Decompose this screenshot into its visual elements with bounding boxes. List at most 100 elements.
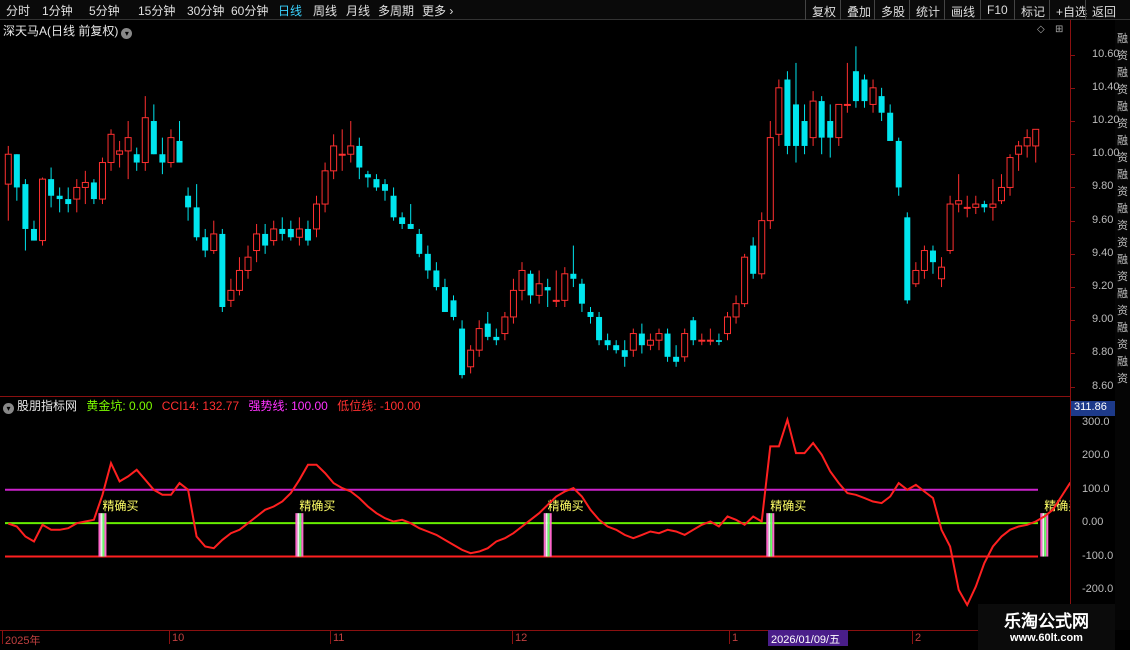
period-tab-0[interactable]: 分时: [6, 2, 30, 19]
side-strip-char: 资: [1117, 186, 1128, 198]
side-strip-char: 资: [1117, 84, 1128, 96]
toolbar-button-4[interactable]: 画线: [944, 0, 981, 20]
candle: [801, 104, 808, 155]
candle: [604, 333, 611, 351]
time-tick-label: 2025年: [5, 635, 41, 647]
candle: [90, 179, 97, 205]
side-strip-char: 资: [1117, 50, 1128, 62]
candle: [621, 340, 628, 367]
candle: [98, 157, 106, 205]
toolbar-button-0[interactable]: 复权: [805, 0, 842, 20]
candle: [681, 328, 689, 362]
candle: [279, 217, 286, 241]
side-strip-char: 融: [1117, 101, 1128, 113]
side-strip-char: 融: [1117, 67, 1128, 79]
candle: [441, 278, 448, 312]
side-strip-char: 融: [1117, 169, 1128, 181]
candle: [219, 228, 226, 312]
side-strip-char: 融: [1117, 33, 1128, 45]
period-tab-3[interactable]: 15分钟: [138, 2, 175, 19]
stock-title-text: 深天马A(日线 前复权): [3, 24, 119, 38]
side-strip-char: 融: [1117, 356, 1128, 368]
buy-signal-marker: 精确买: [295, 499, 335, 557]
cci-tick-label: 300.0: [1082, 416, 1110, 428]
cci-tick-label: -100.0: [1082, 549, 1114, 562]
legend-strong-line: 强势线: 100.00: [248, 399, 328, 413]
period-tab-4[interactable]: 30分钟: [187, 2, 224, 19]
side-strip-char: 融: [1117, 203, 1128, 215]
candle: [150, 104, 157, 155]
buy-signal-label: 精确买: [548, 499, 584, 513]
candle: [167, 129, 175, 168]
diamond-icon[interactable]: ◇: [1037, 24, 1045, 35]
side-strip-char: 资: [1117, 339, 1128, 351]
candle: [673, 345, 680, 367]
candle: [587, 306, 594, 324]
candle: [938, 257, 946, 288]
indicator-header: ▾ 股朋指标网 黄金坑: 0.00 CCI14: 132.77 强势线: 100.…: [3, 397, 427, 414]
toolbar-button-8[interactable]: 返回: [1085, 0, 1122, 20]
candle: [1032, 128, 1040, 163]
period-tab-9[interactable]: 多周期: [378, 2, 414, 19]
candle: [843, 62, 851, 113]
period-tab-8[interactable]: 月线: [346, 2, 370, 19]
buy-signal-marker: 精确买: [766, 499, 806, 557]
candle: [159, 137, 166, 175]
buy-signal-label: 精确买: [770, 499, 806, 513]
candle: [1023, 129, 1031, 158]
period-tab-5[interactable]: 60分钟: [231, 2, 268, 19]
candle: [869, 79, 877, 113]
candle: [792, 62, 799, 163]
candle: [321, 162, 329, 213]
candle: [484, 311, 491, 341]
candle: [946, 195, 954, 254]
period-tab-2[interactable]: 5分钟: [89, 2, 120, 19]
candle: [723, 311, 731, 341]
cci-tick-label: 100.0: [1082, 482, 1110, 495]
candle: [382, 179, 389, 201]
candle: [475, 320, 483, 357]
toolbar-button-6[interactable]: 标记: [1014, 0, 1051, 20]
candle: [570, 245, 577, 288]
price-tick-label: 9.20: [1092, 280, 1114, 293]
candle: [124, 121, 132, 180]
price-tick: [1070, 386, 1075, 388]
candle: [262, 223, 269, 254]
candle: [416, 228, 423, 258]
candle: [270, 220, 278, 246]
price-tick: [1070, 87, 1075, 89]
candle: [809, 91, 817, 146]
candle: [758, 212, 766, 279]
period-tab-10[interactable]: 更多 ›: [422, 2, 453, 19]
candle: [330, 134, 338, 180]
candle: [253, 223, 261, 263]
period-tab-6[interactable]: 日线: [278, 2, 302, 19]
candle: [664, 328, 671, 362]
candle: [347, 121, 355, 163]
toolbar-button-2[interactable]: 多股: [874, 0, 911, 20]
toolbar-button-1[interactable]: 叠加: [840, 0, 877, 20]
cci-indicator-chart[interactable]: 精确买精确买精确买精确买精确买: [0, 413, 1070, 630]
indicator-value-box: 311.86: [1071, 401, 1115, 416]
period-tab-1[interactable]: 1分钟: [42, 2, 73, 19]
candle: [287, 220, 294, 241]
time-tick: [330, 630, 331, 644]
price-tick-label: 9.80: [1092, 180, 1114, 193]
watermark-url: www.60lt.com: [1010, 632, 1083, 644]
candle: [655, 328, 663, 351]
toolbar-button-5[interactable]: F10: [980, 0, 1014, 20]
candlestick-chart[interactable]: [0, 38, 1070, 395]
candle: [424, 245, 431, 279]
candle: [690, 316, 697, 346]
candle: [544, 278, 551, 307]
candle: [784, 71, 791, 155]
expand-icon[interactable]: ⊞: [1055, 24, 1063, 35]
toolbar-button-3[interactable]: 统计: [909, 0, 946, 20]
price-tick-label: 9.00: [1092, 313, 1114, 326]
price-tick: [1070, 187, 1075, 189]
candle: [775, 79, 783, 146]
legend-cci14: CCI14: 132.77: [161, 399, 240, 413]
candle: [715, 333, 722, 346]
period-tab-7[interactable]: 周线: [313, 2, 337, 19]
time-tick-label: 11: [333, 632, 345, 644]
